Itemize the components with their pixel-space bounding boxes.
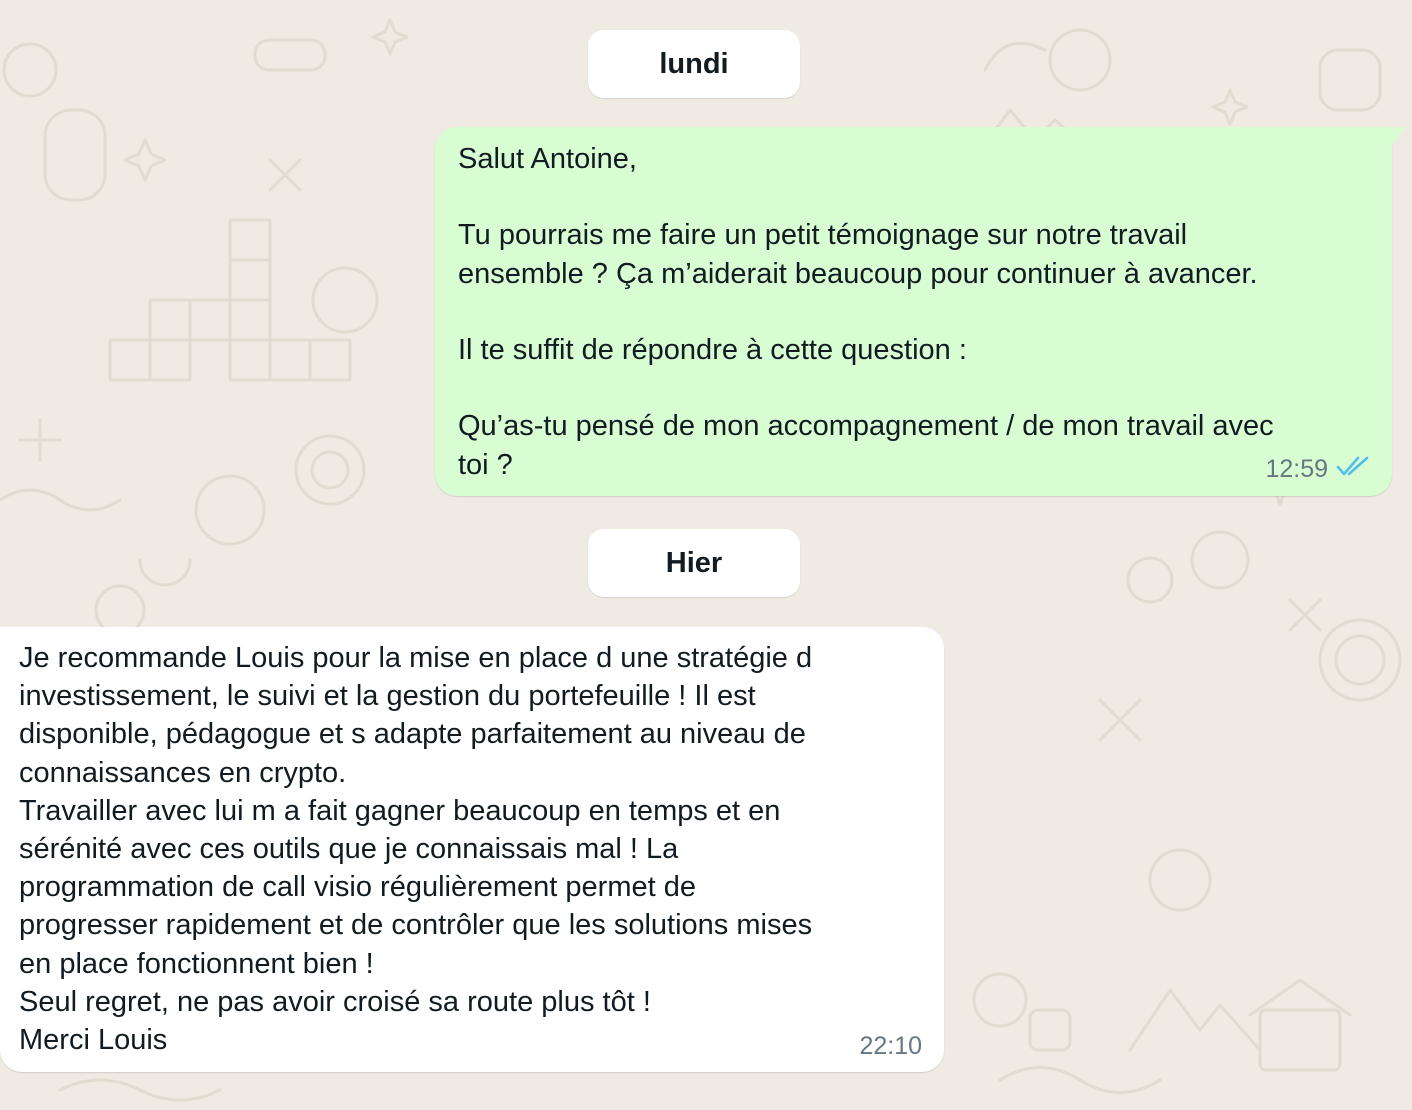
incoming-message-meta: 22:10 <box>859 1032 922 1061</box>
message-line: toi ? <box>458 448 513 481</box>
message-line: en place fonctionnent bien ! <box>19 947 374 980</box>
message-line: Seul regret, ne pas avoir croisé sa rout… <box>19 985 651 1018</box>
message-line: ensemble ? Ça m’aiderait beaucoup pour c… <box>458 257 1258 290</box>
date-separator-hier: Hier <box>588 529 800 597</box>
message-line: Tu pourrais me faire un petit témoignage… <box>458 219 1188 252</box>
message-line: investissement, le suivi et la gestion d… <box>19 680 756 713</box>
message-line <box>458 369 1274 407</box>
message-line: programmation de call visio régulièremen… <box>19 871 696 904</box>
message-line: connaissances en crypto. <box>19 756 347 789</box>
incoming-message-text: Je recommande Louis pour la mise en plac… <box>19 639 812 1059</box>
message-line: Qu’as-tu pensé de mon accompagnement / d… <box>458 410 1274 443</box>
message-line: sérénité avec ces outils que je connaiss… <box>19 832 679 865</box>
message-line: Salut Antoine, <box>458 143 637 175</box>
date-separator-lundi: lundi <box>588 30 800 98</box>
outgoing-message-text: Salut Antoine, Tu pourrais me faire un p… <box>458 140 1274 484</box>
message-time: 12:59 <box>1265 455 1328 483</box>
message-line: disponible, pédagogue et s adapte parfai… <box>19 718 806 751</box>
message-line <box>458 293 1274 331</box>
message-line: progresser rapidement et de contrôler qu… <box>19 909 813 942</box>
message-line: Il te suffit de répondre à cette questio… <box>458 333 967 366</box>
message-line: Merci Louis <box>19 1023 168 1056</box>
message-time: 22:10 <box>859 1032 922 1060</box>
outgoing-message-bubble[interactable]: Salut Antoine, Tu pourrais me faire un p… <box>435 127 1406 496</box>
incoming-message-bubble[interactable]: Je recommande Louis pour la mise en plac… <box>0 627 944 1072</box>
double-check-read-icon <box>1336 455 1370 484</box>
message-line: Je recommande Louis pour la mise en plac… <box>19 642 813 674</box>
outgoing-bubble-tail <box>1392 127 1406 145</box>
message-line: Travailler avec lui m a fait gagner beau… <box>19 794 781 827</box>
message-line <box>458 178 1274 216</box>
outgoing-message-meta: 12:59 <box>1265 455 1370 484</box>
